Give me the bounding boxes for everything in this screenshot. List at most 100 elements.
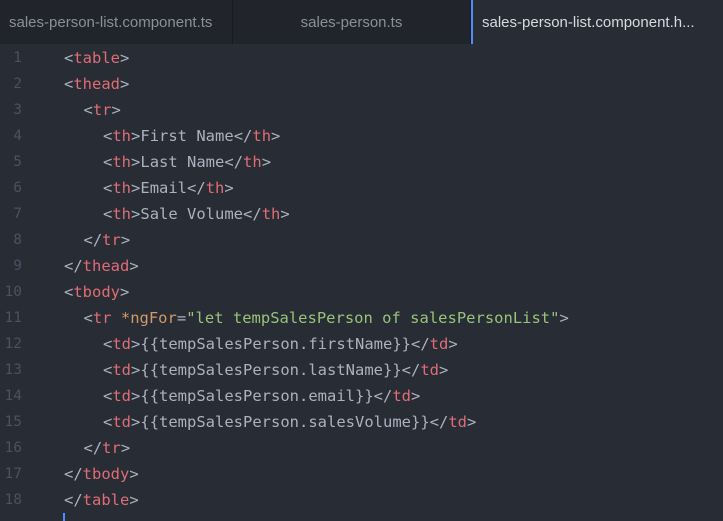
code-line: 14 <td>{{tempSalesPerson.email}}</td> (0, 383, 723, 409)
token-pun: > (129, 465, 139, 483)
token-pun: < (103, 413, 113, 431)
tab-sales-person-list-component-html[interactable]: sales-person-list.component.h... (471, 0, 723, 44)
token-pun: > (131, 335, 141, 353)
token-pun: > (131, 361, 141, 379)
token-pun: </ (233, 127, 253, 145)
code-editor[interactable]: 1 <table> 2 <thead> 3 <tr> 4 <th>First Name</th… (0, 44, 723, 521)
token-tag: th (261, 205, 281, 223)
token-pun: < (83, 101, 93, 119)
token-pun: < (103, 179, 113, 197)
code-line: 12 <td>{{tempSalesPerson.firstName}}</td> (0, 331, 723, 357)
code-text: <th>Email</th> (103, 175, 234, 201)
token-pun: > (411, 387, 421, 405)
token-pun: > (131, 127, 141, 145)
token-pun: </ (83, 439, 103, 457)
line-number: 11 (4, 310, 22, 326)
token-pun: < (103, 361, 113, 379)
line-number: 7 (13, 206, 22, 222)
code-line: 3 <tr> (0, 97, 723, 123)
line-number: 17 (4, 466, 22, 482)
token-pun: < (83, 309, 93, 327)
code-line: 2 <thead> (0, 71, 723, 97)
token-tag: td (392, 387, 411, 405)
token-pun: </ (243, 205, 262, 223)
tab-sales-person-list-component-ts[interactable]: sales-person-list.component.ts (0, 0, 233, 44)
token-pun: < (64, 75, 74, 93)
token-pun: </ (429, 413, 449, 431)
code-line: 10 <tbody> (0, 279, 723, 305)
token-tag: table (82, 491, 130, 509)
line-number: 13 (4, 362, 22, 378)
code-line: 8 </tr> (0, 227, 723, 253)
token-pun: > (120, 231, 131, 249)
token-tag: td (112, 361, 132, 379)
token-tag: tr (92, 309, 112, 327)
token-pun: </ (64, 491, 83, 509)
token-tag: th (112, 179, 132, 197)
token-pun: </ (187, 179, 206, 197)
code-line: 13 <td>{{tempSalesPerson.lastName}}</td> (0, 357, 723, 383)
token-pun: > (131, 179, 141, 197)
token-tag: th (252, 127, 272, 145)
token-pun: < (103, 335, 113, 353)
text-cursor (63, 513, 65, 521)
tab-bar: sales-person-list.component.ts sales-per… (0, 0, 723, 44)
code-text: <td>{{tempSalesPerson.lastName}}</td> (103, 357, 448, 383)
token-pun: </ (373, 387, 393, 405)
token-txt: Email (140, 179, 188, 197)
token-tag: th (205, 179, 225, 197)
line-number: 5 (13, 154, 22, 170)
code-text: </tr> (84, 435, 131, 461)
token-txt: First Name (140, 127, 234, 145)
code-line: 18 </table> (0, 487, 723, 513)
code-line: 5 <th>Last Name</th> (0, 149, 723, 175)
code-text: </table> (64, 487, 139, 513)
code-text: <th>Last Name</th> (103, 149, 271, 175)
token-pun: > (120, 439, 131, 457)
token-attr: *ngFor (120, 309, 177, 327)
token-tag: td (112, 413, 132, 431)
code-text: </tbody> (64, 461, 139, 487)
line-number: 1 (13, 50, 22, 66)
token-tag: td (112, 335, 132, 353)
token-pun: < (103, 387, 113, 405)
code-text: <th>Sale Volume</th> (103, 201, 290, 227)
code-line: 4 <th>First Name</th> (0, 123, 723, 149)
token-pun: > (111, 101, 121, 119)
line-number: 18 (4, 492, 22, 508)
token-pun: > (131, 205, 141, 223)
line-number: 12 (4, 336, 22, 352)
token-pun: > (224, 179, 234, 197)
token-tag: td (448, 413, 467, 431)
line-number: 16 (4, 440, 22, 456)
token-pun: > (129, 491, 139, 509)
token-tag: th (112, 153, 132, 171)
code-text: <tr> (84, 97, 121, 123)
token-pun: </ (401, 361, 421, 379)
code-text: </thead> (64, 253, 139, 279)
code-line: 9 </thead> (0, 253, 723, 279)
code-text: <td>{{tempSalesPerson.firstName}}</td> (103, 331, 458, 357)
token-tag: td (112, 387, 132, 405)
token-pun: > (129, 257, 139, 275)
token-pun: > (280, 205, 290, 223)
token-pun: > (120, 75, 130, 93)
code-text: <table> (64, 45, 129, 71)
code-text: </tr> (84, 227, 131, 253)
token-txt: Last Name (140, 153, 225, 171)
token-tag: td (429, 335, 449, 353)
line-number: 15 (4, 414, 22, 430)
token-tag: th (112, 127, 132, 145)
token-txt: {{tempSalesPerson.email}} (140, 387, 374, 405)
token-pun: </ (224, 153, 244, 171)
code-line: 15 <td>{{tempSalesPerson.salesVolume}}</t… (0, 409, 723, 435)
token-pun: > (120, 49, 130, 67)
token-tag: td (420, 361, 439, 379)
line-number: 14 (4, 388, 22, 404)
tab-sales-person-ts[interactable]: sales-person.ts (233, 0, 471, 44)
token-tag: tr (102, 439, 121, 457)
code-text: <thead> (64, 71, 129, 97)
line-number: 9 (13, 258, 22, 274)
code-line: 11 <tr *ngFor="let tempSalesPerson of sal… (0, 305, 723, 331)
token-pun: > (559, 309, 569, 327)
